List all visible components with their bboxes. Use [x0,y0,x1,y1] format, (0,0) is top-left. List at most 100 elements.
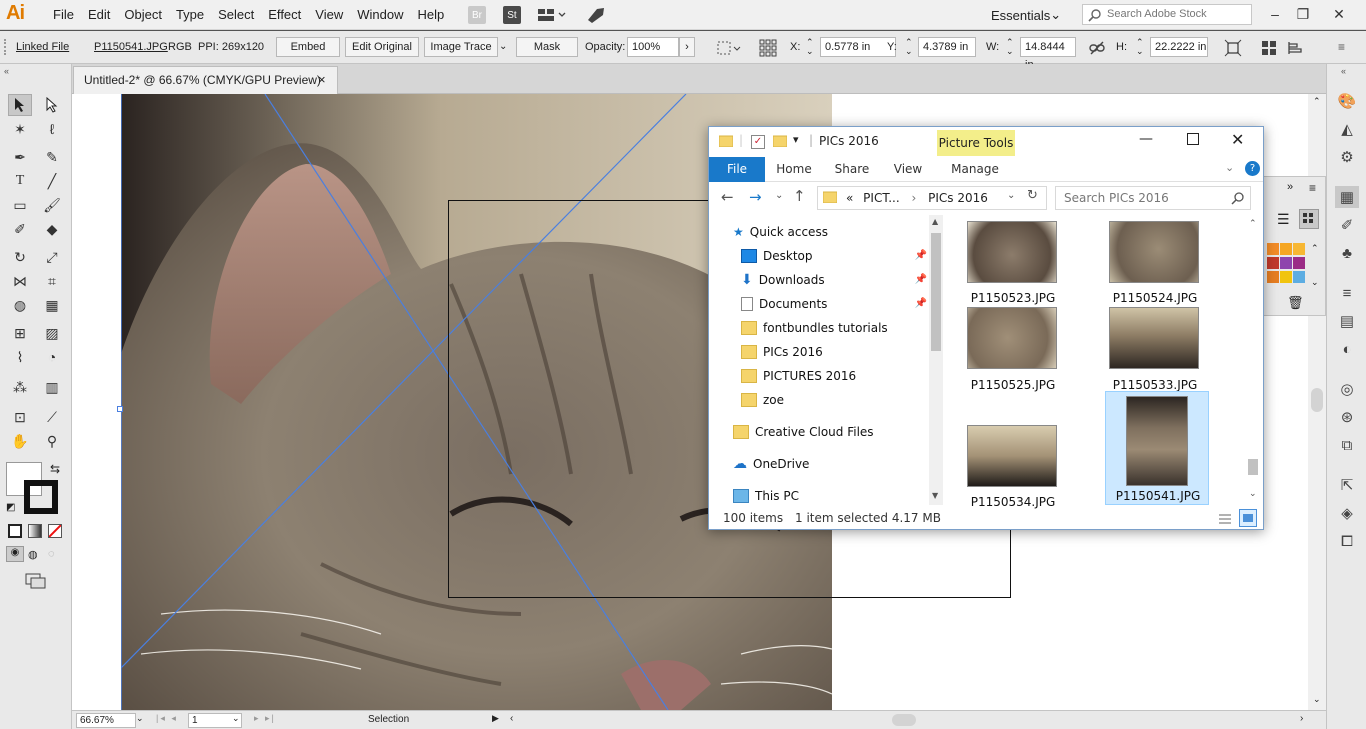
menu-window[interactable]: Window [350,7,410,22]
graphic-styles-icon[interactable]: ⊛ [1335,406,1359,428]
nav-creative-cloud-files[interactable]: Creative Cloud Files [733,421,874,443]
file-scroll-thumb[interactable] [1248,459,1258,475]
menu-file[interactable]: File [46,7,81,22]
swap-fill-stroke-icon[interactable]: ⇆ [50,462,60,476]
pathfinder-icon[interactable] [1286,39,1310,57]
x-stepper-icon[interactable]: ⌃ ⌄ [806,38,814,56]
first-prev-artboard-icon[interactable]: |◂ ◂ [156,713,178,724]
file-item[interactable] [1109,307,1201,371]
swatches-panel-icon[interactable]: ▦ [1335,186,1359,208]
menu-help[interactable]: Help [410,7,451,22]
maximize-button[interactable] [1187,133,1199,145]
grip-handle[interactable] [4,39,8,55]
stroke-panel-icon[interactable]: ≡ [1335,282,1359,304]
artboard-tool-icon[interactable]: ⊡ [8,406,32,428]
gradient-panel-icon[interactable]: ▤ [1335,310,1359,332]
h-stepper-icon[interactable]: ⌃ ⌄ [1136,38,1144,56]
direct-selection-tool-icon[interactable] [40,94,64,116]
screen-mode-icon[interactable] [24,572,48,590]
collapse-toolbar-icon[interactable]: « [4,66,9,76]
draw-inside-icon[interactable]: ◌ [48,548,55,560]
magic-wand-tool-icon[interactable]: ✶ [8,118,32,140]
close-button[interactable]: ✕ [1231,130,1244,149]
nav-scroll-up-icon[interactable]: ▲ [932,217,938,226]
curvature-tool-icon[interactable]: ✎ [40,146,64,168]
paintbrush-tool-icon[interactable]: 🖌 [40,194,64,216]
shaper-tool-icon[interactable]: ✐ [8,218,32,240]
export-icon[interactable]: ⇱ [1335,474,1359,496]
transform-reference-icon[interactable] [758,38,778,58]
tab-manage[interactable]: Manage [945,157,1005,182]
up-arrow-icon[interactable]: ↑ [793,187,806,205]
selection-tool-icon[interactable] [8,94,32,116]
file-item[interactable] [1109,221,1201,285]
mesh-tool-icon[interactable]: ⊞ [8,322,32,344]
horizontal-scroll-thumb[interactable] [892,714,916,726]
constrain-proportions-icon[interactable] [1088,40,1106,56]
delete-swatch-icon[interactable]: 🗑 [1287,295,1304,311]
lasso-tool-icon[interactable]: ℓ [40,118,64,140]
line-segment-tool-icon[interactable]: ╱ [40,170,64,192]
width-tool-icon[interactable]: ⋈ [8,270,32,292]
scroll-down-icon[interactable]: ⌄ [1313,694,1321,705]
file-item[interactable] [967,221,1059,285]
file-name[interactable]: P1150523.JPG [953,291,1073,305]
swatch-scroll-down-icon[interactable]: ⌄ [1311,277,1319,288]
menu-view[interactable]: View [308,7,350,22]
column-graph-tool-icon[interactable]: ▥ [40,376,64,398]
symbols-panel-icon[interactable]: ♣ [1335,242,1359,264]
nav-this-pc[interactable]: This PC [733,485,799,505]
close-tab-icon[interactable]: × [318,67,326,93]
default-fill-stroke-icon[interactable]: ◩ [6,502,15,513]
file-item[interactable] [967,425,1059,489]
opacity-arrow-button[interactable]: › [679,37,695,57]
free-transform-tool-icon[interactable]: ⌗ [40,270,64,292]
pin-icon[interactable]: 📌 [915,293,927,315]
color-themes-icon[interactable]: ⚙ [1335,146,1359,168]
scroll-right-icon[interactable]: › [1300,713,1303,724]
zoom-tool-icon[interactable]: ⚲ [40,430,64,452]
eyedropper-tool-icon[interactable]: ⌇ [8,346,32,368]
bridge-button[interactable]: Br [468,6,486,24]
hand-tool-icon[interactable]: ✋ [8,430,32,452]
none-mode-icon[interactable] [48,524,62,538]
bounding-box-handle[interactable] [117,406,123,412]
tab-file[interactable]: File [709,157,765,182]
opacity-field[interactable]: 100% [627,37,679,57]
gradient-tool-icon[interactable]: ▨ [40,322,64,344]
new-folder-icon[interactable] [772,135,788,148]
search-adobe-stock-input[interactable]: Search Adobe Stock [1082,4,1252,25]
path-segment-pics-2016[interactable]: PICs 2016 [928,191,988,205]
pin-icon[interactable]: 📌 [915,245,927,267]
panel-expand-icon[interactable]: » [1287,181,1293,193]
next-last-artboard-icon[interactable]: ▸ ▸| [254,713,276,724]
file-item-selected[interactable]: P1150541.JPG [1105,391,1209,505]
nav-pictures-2016[interactable]: PICTURES 2016 [741,365,856,387]
y-stepper-icon[interactable]: ⌃ ⌄ [905,38,913,56]
address-dropdown-icon[interactable]: ⌄ [1007,190,1015,201]
document-tab[interactable]: Untitled-2* @ 66.67% (CMYK/GPU Preview) … [73,66,338,94]
perspective-grid-tool-icon[interactable]: ▦ [40,294,64,316]
linked-filename[interactable]: P1150541.JPG [94,41,168,53]
brushes-panel-icon[interactable]: ✐ [1335,214,1359,236]
artboard-dropdown-icon[interactable]: ⌄ [232,713,240,724]
control-bar-menu-icon[interactable]: ≡ [1338,40,1345,54]
x-field[interactable]: 0.5778 in [820,37,896,57]
workspace-switcher[interactable]: Essentials ⌄ [985,5,1065,25]
nav-scroll-down-icon[interactable]: ▼ [932,491,938,500]
nav-desktop[interactable]: Desktop 📌 [741,245,927,267]
transform-panel-icon[interactable] [1224,39,1242,57]
mask-button[interactable]: Mask [516,37,578,57]
pen-tool-icon[interactable]: ✒ [8,146,32,168]
shape-builder-tool-icon[interactable]: ◍ [8,294,32,316]
nav-scrollbar[interactable]: ▲ ▼ [929,215,943,505]
zoom-dropdown-icon[interactable]: ⌄ [136,713,144,724]
linked-file-link[interactable]: Linked File [16,41,69,53]
current-tool-status[interactable]: Selection [368,714,409,725]
menu-edit[interactable]: Edit [81,7,117,22]
gpu-performance-icon[interactable] [585,5,607,25]
file-name[interactable]: P1150525.JPG [953,378,1073,392]
align-panel-icon[interactable] [1260,39,1278,57]
blend-tool-icon[interactable]: ◔ [40,346,64,368]
nav-downloads[interactable]: ⬇ Downloads 📌 [741,269,927,291]
